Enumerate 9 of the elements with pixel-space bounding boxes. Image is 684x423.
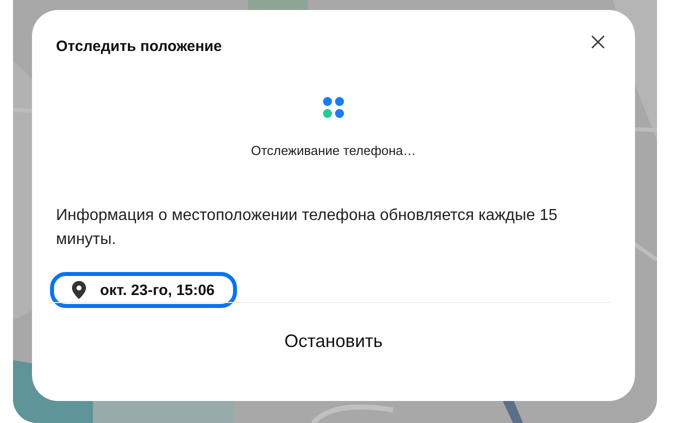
location-time: окт. 23-го, 15:06 — [100, 282, 215, 298]
loading-icon — [322, 96, 345, 119]
info-text: Информация о местоположении телефона обновляется каждые 15 минуты. — [56, 206, 558, 250]
close-icon[interactable] — [591, 35, 605, 49]
location-row[interactable]: окт. 23-го, 15:06 — [50, 272, 237, 308]
stop-button[interactable]: Остановить — [272, 327, 395, 356]
dialog-title: Отследить положение — [56, 38, 222, 54]
status-text: Отслеживание телефона… — [250, 143, 416, 158]
pin-icon — [72, 281, 86, 299]
